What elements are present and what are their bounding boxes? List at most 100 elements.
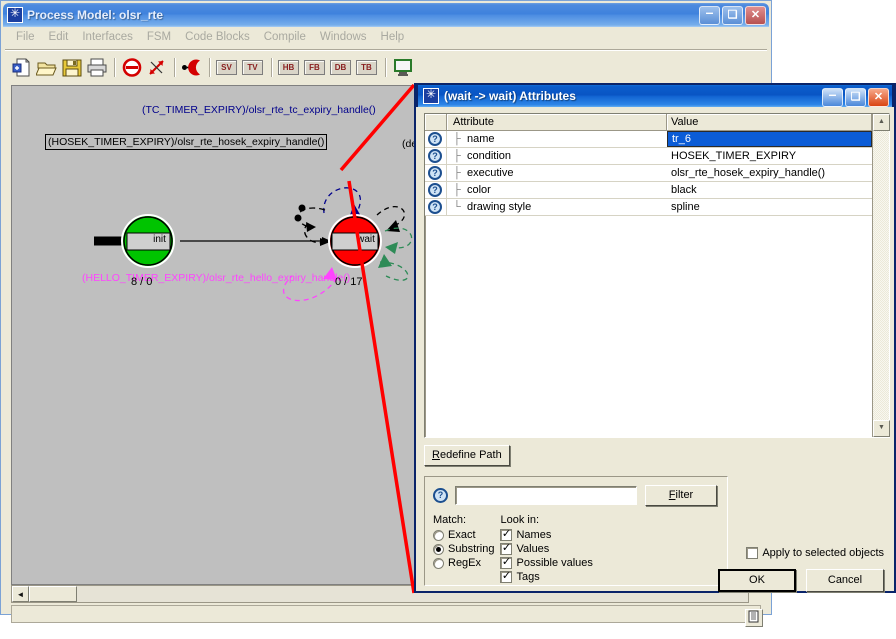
attribute-value-cell[interactable]: tr_6 [667, 131, 872, 147]
lookin-column: Look in: Names Values Possible values [500, 514, 593, 584]
state-label-init: init [153, 234, 166, 245]
radio-regex[interactable]: RegEx [433, 556, 494, 570]
checkbox-tags[interactable]: Tags [500, 569, 592, 584]
menu-item-help[interactable]: Help [374, 29, 412, 45]
checkbox-names[interactable]: Names [500, 527, 592, 542]
toolbar-separator [174, 57, 176, 77]
scroll-down-arrow-icon[interactable]: ▼ [873, 420, 890, 437]
arrowhead-black-left-1 [306, 222, 316, 232]
attribute-value-cell[interactable]: olsr_rte_hosek_expiry_handle() [667, 165, 872, 181]
attribute-value-cell[interactable]: spline [667, 199, 872, 215]
dialog-maximize-button[interactable]: ❑ [845, 88, 866, 107]
transition-label-hello-timer[interactable]: (HELLO_TIMER_EXPIRY)/olsr_rte_hello_expi… [82, 272, 350, 284]
radio-exact-indicator[interactable] [433, 529, 444, 541]
screen-icon[interactable] [392, 57, 414, 78]
apply-checkbox-indicator[interactable] [746, 547, 759, 559]
checkbox-possible-values-indicator[interactable] [500, 555, 513, 569]
menu-item-edit[interactable]: Edit [42, 29, 76, 45]
radio-substring[interactable]: Substring [433, 542, 494, 556]
main-window-title: Process Model: olsr_rte [27, 8, 164, 22]
arrows-expand-icon[interactable] [146, 57, 168, 78]
attribute-value-cell[interactable]: black [667, 182, 872, 198]
radio-substring-label: Substring [448, 543, 495, 555]
cancel-button[interactable]: Cancel [806, 569, 884, 592]
table-header-row: Attribute Value [425, 114, 872, 131]
radio-substring-indicator[interactable] [433, 543, 444, 555]
filter-button[interactable]: Filter [645, 485, 717, 506]
radio-exact[interactable]: Exact [433, 528, 494, 542]
scroll-left-arrow-icon[interactable] [12, 586, 29, 602]
tb-button[interactable]: TB [356, 59, 377, 75]
arrowhead-green-2 [378, 254, 392, 268]
tv-button[interactable]: TV [242, 59, 263, 75]
transition-label-hosek-timer[interactable]: (HOSEK_TIMER_EXPIRY)/olsr_rte_hosek_expi… [45, 134, 328, 150]
toolbar-separator [385, 57, 387, 77]
attribute-name-cell[interactable]: ├ name [447, 131, 667, 147]
attribute-name-cell[interactable]: ├ color [447, 182, 667, 198]
radio-regex-label: RegEx [448, 557, 482, 569]
menu-item-windows[interactable]: Windows [313, 29, 374, 45]
opnet-star-icon [423, 86, 439, 104]
help-question-icon[interactable]: ? [425, 199, 447, 215]
scroll-thumb[interactable] [29, 586, 77, 602]
dialog-close-button[interactable]: ✕ [868, 88, 889, 107]
transition-label-tc-timer[interactable]: (TC_TIMER_EXPIRY)/olsr_rte_tc_expiry_han… [142, 104, 376, 116]
help-question-icon[interactable]: ? [425, 165, 447, 181]
filter-options: Match: Exact Substring RegEx Look in: ✓ … [433, 514, 719, 584]
table-header-attribute[interactable]: Attribute [447, 114, 667, 130]
db-button[interactable]: DB [330, 59, 351, 75]
table-row[interactable]: ? └ drawing style spline [425, 199, 872, 216]
attribute-value-cell[interactable]: HOSEK_TIMER_EXPIRY [667, 148, 872, 164]
attributes-table: Attribute Value ? ├ name tr_6 ? ├ conditio… [424, 113, 890, 438]
checkbox-values-indicator[interactable] [500, 541, 513, 555]
checkbox-tags-indicator[interactable] [500, 569, 513, 583]
checkbox-values[interactable]: Values [500, 541, 592, 556]
resize-grip-icon[interactable] [745, 609, 763, 627]
menu-item-fsm[interactable]: FSM [140, 29, 178, 45]
main-window-titlebar[interactable]: Process Model: olsr_rte – ❑ ✕ [3, 3, 769, 27]
save-disk-icon[interactable] [61, 57, 83, 78]
help-question-icon[interactable]: ? [433, 488, 448, 503]
menu-item-code-blocks[interactable]: Code Blocks [178, 29, 257, 45]
table-row[interactable]: ? ├ condition HOSEK_TIMER_EXPIRY [425, 148, 872, 165]
attribute-name-cell[interactable]: └ drawing style [447, 199, 667, 215]
minimize-icon: – [828, 86, 837, 102]
help-question-icon[interactable]: ? [425, 131, 447, 147]
maximize-button[interactable]: ❑ [722, 6, 743, 25]
table-row[interactable]: ? ├ name tr_6 [425, 131, 872, 148]
table-header-value[interactable]: Value [667, 114, 872, 130]
redefine-path-button[interactable]: Redefine Path [424, 445, 510, 466]
menu-item-compile[interactable]: Compile [257, 29, 313, 45]
dialog-title: (wait -> wait) Attributes [444, 89, 576, 103]
filter-input[interactable] [455, 486, 637, 505]
transition-icon[interactable] [181, 57, 203, 78]
print-icon[interactable] [86, 57, 108, 78]
dialog-titlebar[interactable]: (wait -> wait) Attributes – ❑ ✕ [416, 83, 894, 107]
attribute-name-cell[interactable]: ├ condition [447, 148, 667, 164]
scroll-up-arrow-icon[interactable]: ▲ [873, 114, 890, 131]
table-row[interactable]: ? ├ color black [425, 182, 872, 199]
checkbox-possible-values[interactable]: Possible values [500, 555, 593, 570]
menu-item-file[interactable]: File [9, 29, 42, 45]
apply-checkbox-label: Apply to selected objects [762, 547, 884, 559]
fb-button[interactable]: FB [304, 59, 325, 75]
radio-regex-indicator[interactable] [433, 557, 444, 569]
help-question-icon[interactable]: ? [425, 148, 447, 164]
minimize-button[interactable]: – [699, 5, 720, 25]
open-folder-icon[interactable] [35, 57, 58, 78]
close-button[interactable]: ✕ [745, 6, 766, 25]
hb-button[interactable]: HB [278, 59, 299, 75]
table-row[interactable]: ? ├ executive olsr_rte_hosek_expiry_handl… [425, 165, 872, 182]
help-question-icon[interactable]: ? [425, 182, 447, 198]
apply-to-selected-objects-checkbox[interactable]: Apply to selected objects [746, 547, 884, 559]
new-document-icon[interactable] [11, 57, 33, 78]
stop-icon[interactable] [121, 57, 143, 78]
maximize-icon: ❑ [850, 91, 861, 103]
dialog-minimize-button[interactable]: – [822, 86, 843, 107]
table-vertical-scrollbar[interactable]: ▲ ▼ [872, 114, 890, 437]
attribute-name-cell[interactable]: ├ executive [447, 165, 667, 181]
ok-button[interactable]: OK [718, 569, 796, 592]
menu-item-interfaces[interactable]: Interfaces [75, 29, 140, 45]
checkbox-names-indicator[interactable] [500, 527, 513, 541]
sv-button[interactable]: SV [216, 59, 237, 75]
